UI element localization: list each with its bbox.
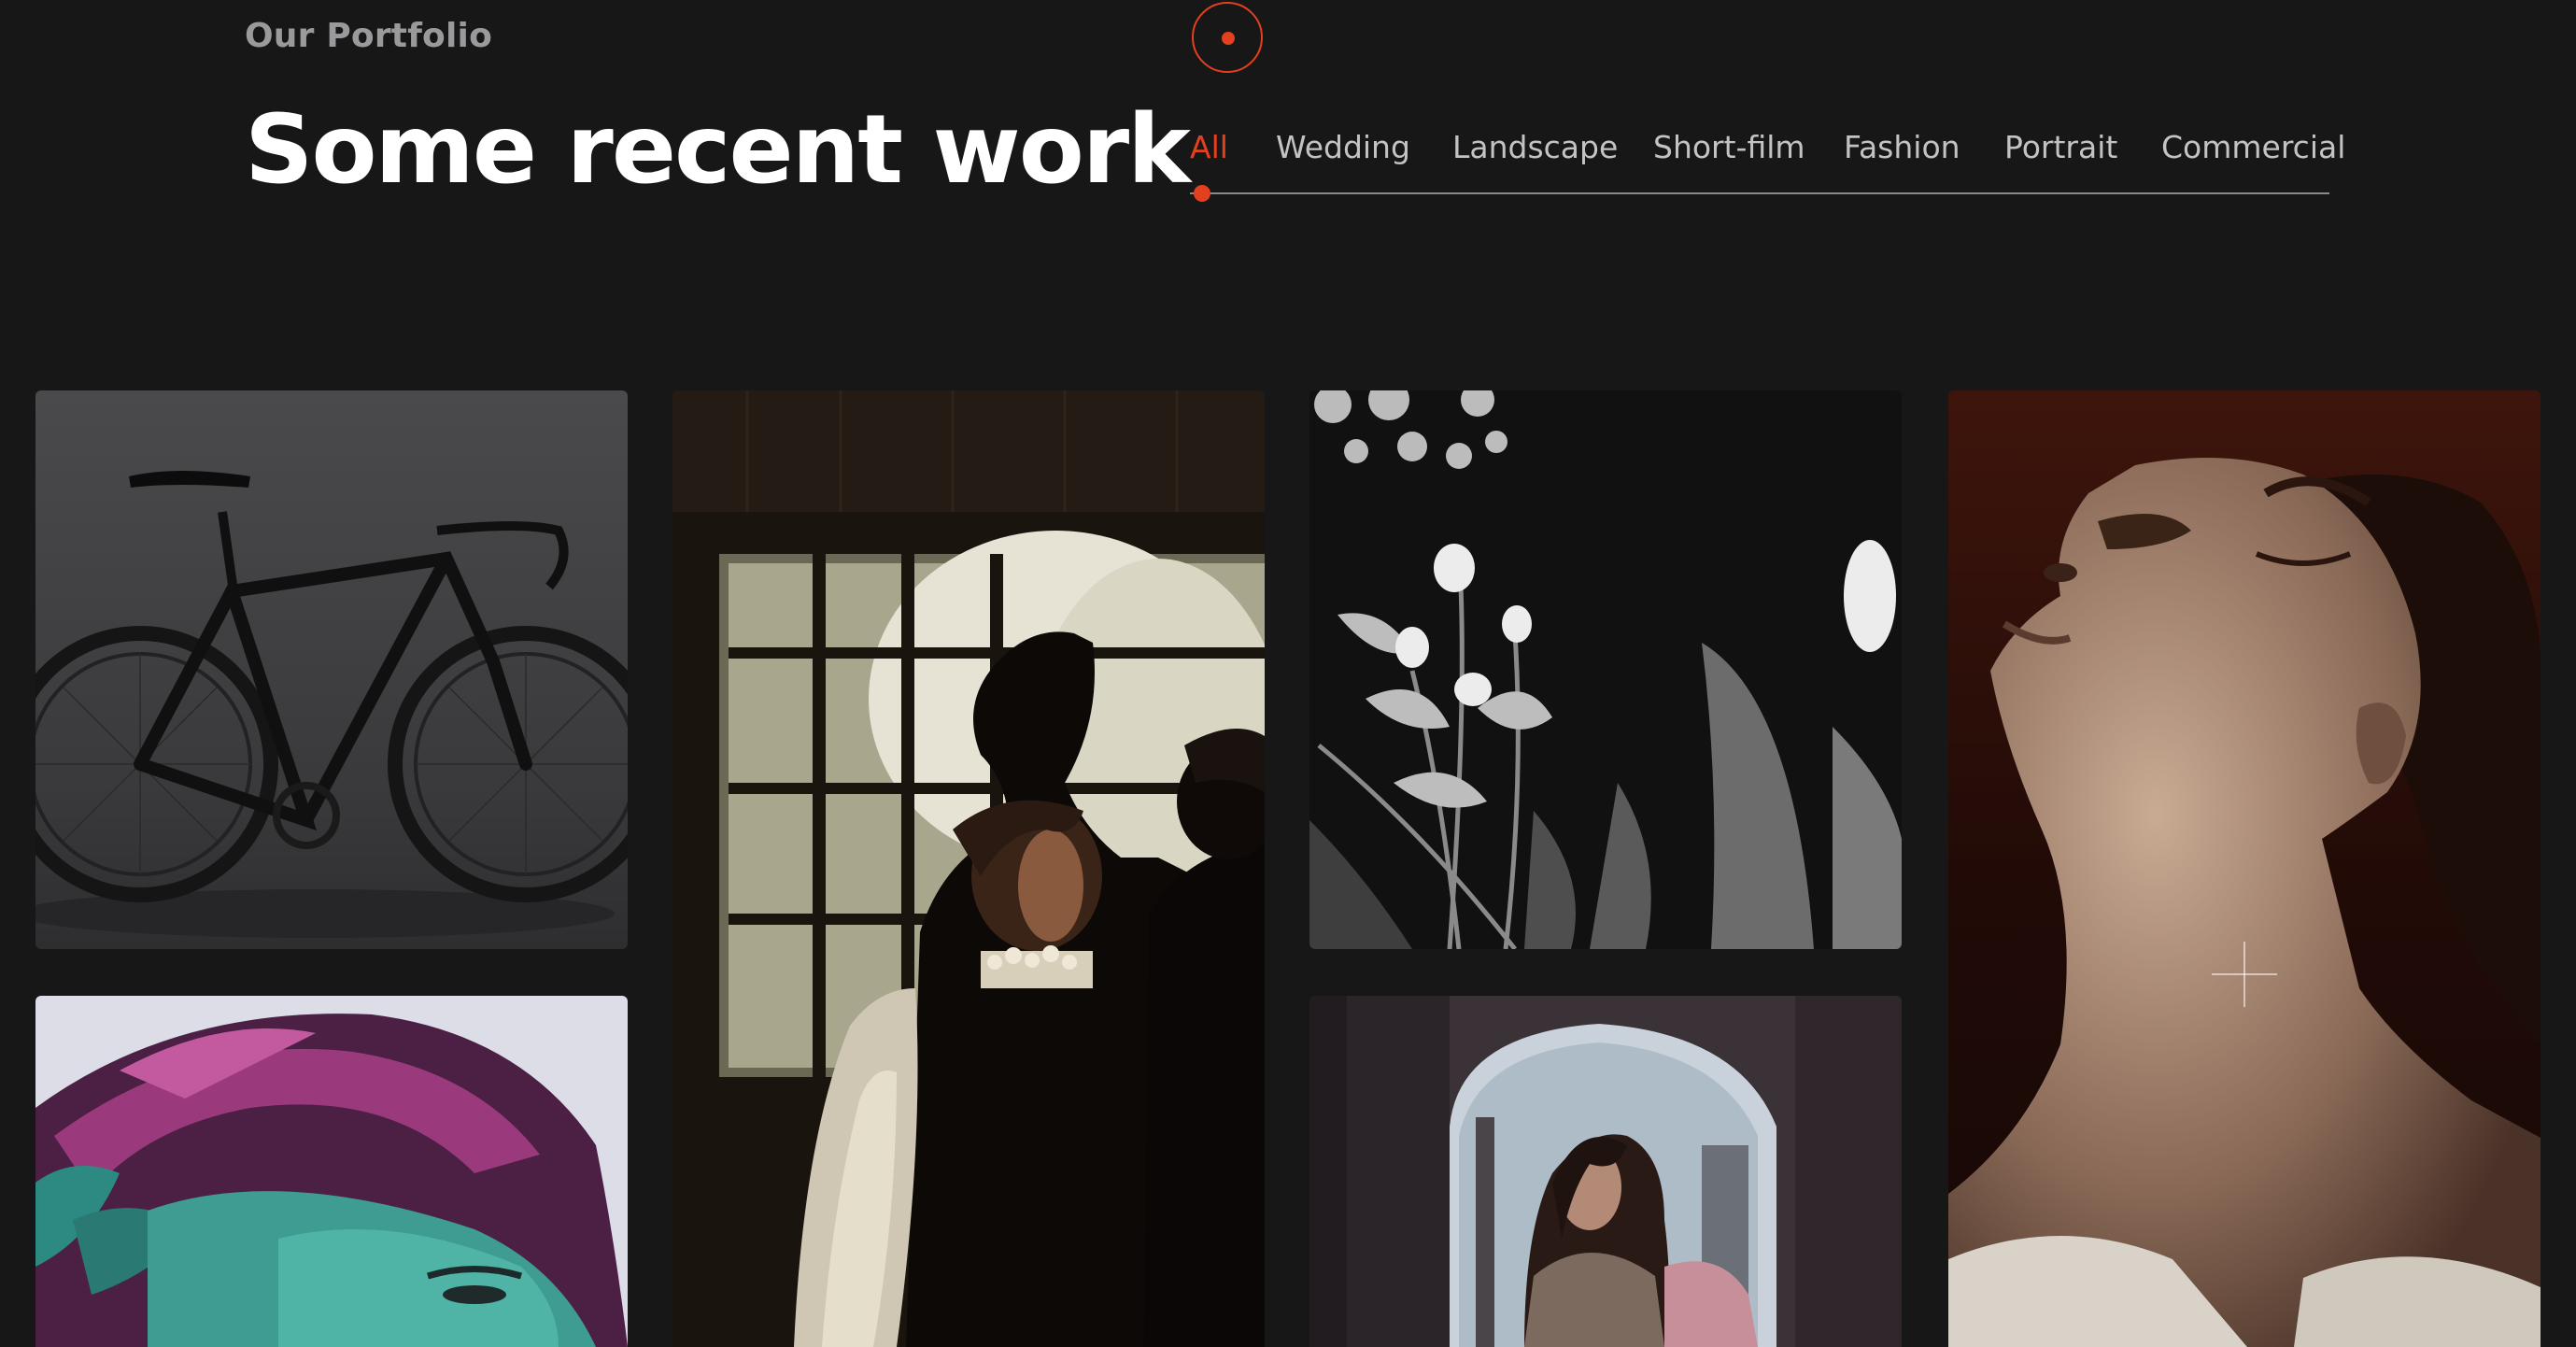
bicycle-photo — [35, 390, 628, 949]
fashion-photo — [35, 996, 628, 1347]
filter-all[interactable]: All — [1190, 129, 1228, 165]
archway-photo — [1309, 996, 1902, 1347]
wedding-photo — [672, 390, 1265, 1347]
portfolio-item-portrait[interactable] — [1948, 390, 2541, 1347]
filter-underline — [1190, 192, 2329, 194]
cursor-dot — [1222, 32, 1235, 45]
filter-commercial[interactable]: Commercial — [2161, 129, 2345, 165]
filter-landscape[interactable]: Landscape — [1452, 129, 1618, 165]
section-eyebrow: Our Portfolio — [245, 17, 493, 55]
filter-short-film[interactable]: Short-film — [1653, 129, 1805, 165]
flowers-photo — [1309, 390, 1902, 949]
filter-wedding[interactable]: Wedding — [1276, 129, 1410, 165]
portrait-photo — [1948, 390, 2541, 1347]
filter-active-indicator — [1194, 185, 1210, 202]
portfolio-item-flowers[interactable] — [1309, 390, 1902, 949]
cursor-ring — [1192, 2, 1263, 73]
section-title: Some recent work — [245, 94, 1191, 206]
filter-portrait[interactable]: Portrait — [2004, 129, 2117, 165]
portfolio-item-bicycle[interactable] — [35, 390, 628, 949]
portfolio-filter-bar: All Wedding Landscape Short-film Fashion… — [1190, 129, 2345, 202]
portfolio-item-wedding[interactable] — [672, 390, 1265, 1347]
portfolio-item-fashion[interactable] — [35, 996, 628, 1347]
portfolio-item-archway[interactable] — [1309, 996, 1902, 1347]
filter-fashion[interactable]: Fashion — [1844, 129, 1960, 165]
